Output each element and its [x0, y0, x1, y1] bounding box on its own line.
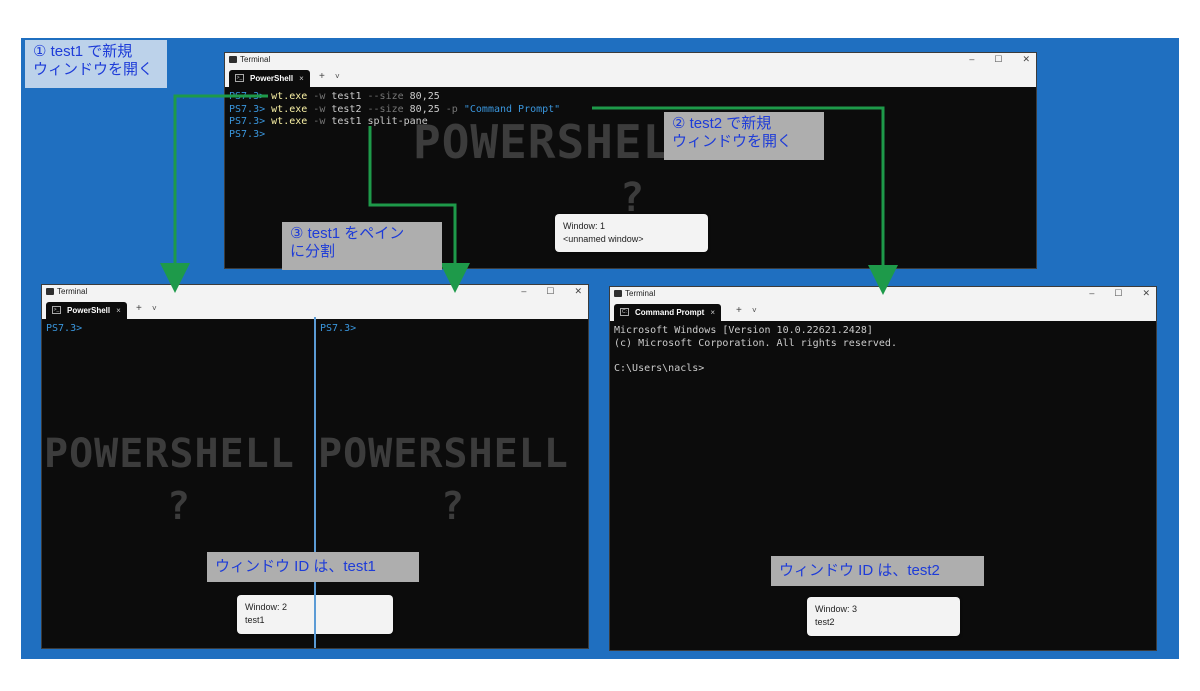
callout-step2-line2: ウィンドウを開く: [672, 133, 793, 150]
callout-window-id-test1: ウィンドウ ID は、test1: [207, 552, 419, 582]
connector-arrows: [160, 94, 898, 295]
callout-step3-line1: ③ test1 をペイン: [290, 225, 405, 242]
callout-window-id-test2: ウィンドウ ID は、test2: [771, 556, 984, 586]
callout-step1-line2: ウィンドウを開く: [33, 61, 154, 78]
callout-step3: ③ test1 をペイン に分割: [282, 222, 442, 270]
arrow-test1: [160, 94, 268, 293]
callout-step3-line2: に分割: [290, 243, 336, 260]
callout-step1: ① test1 で新規 ウィンドウを開く: [25, 40, 167, 88]
callout-step1-line1: ① test1 で新規: [33, 43, 133, 60]
callout-step2-line1: ② test2 で新規: [672, 115, 772, 132]
callout-step2: ② test2 で新規 ウィンドウを開く: [664, 112, 824, 160]
